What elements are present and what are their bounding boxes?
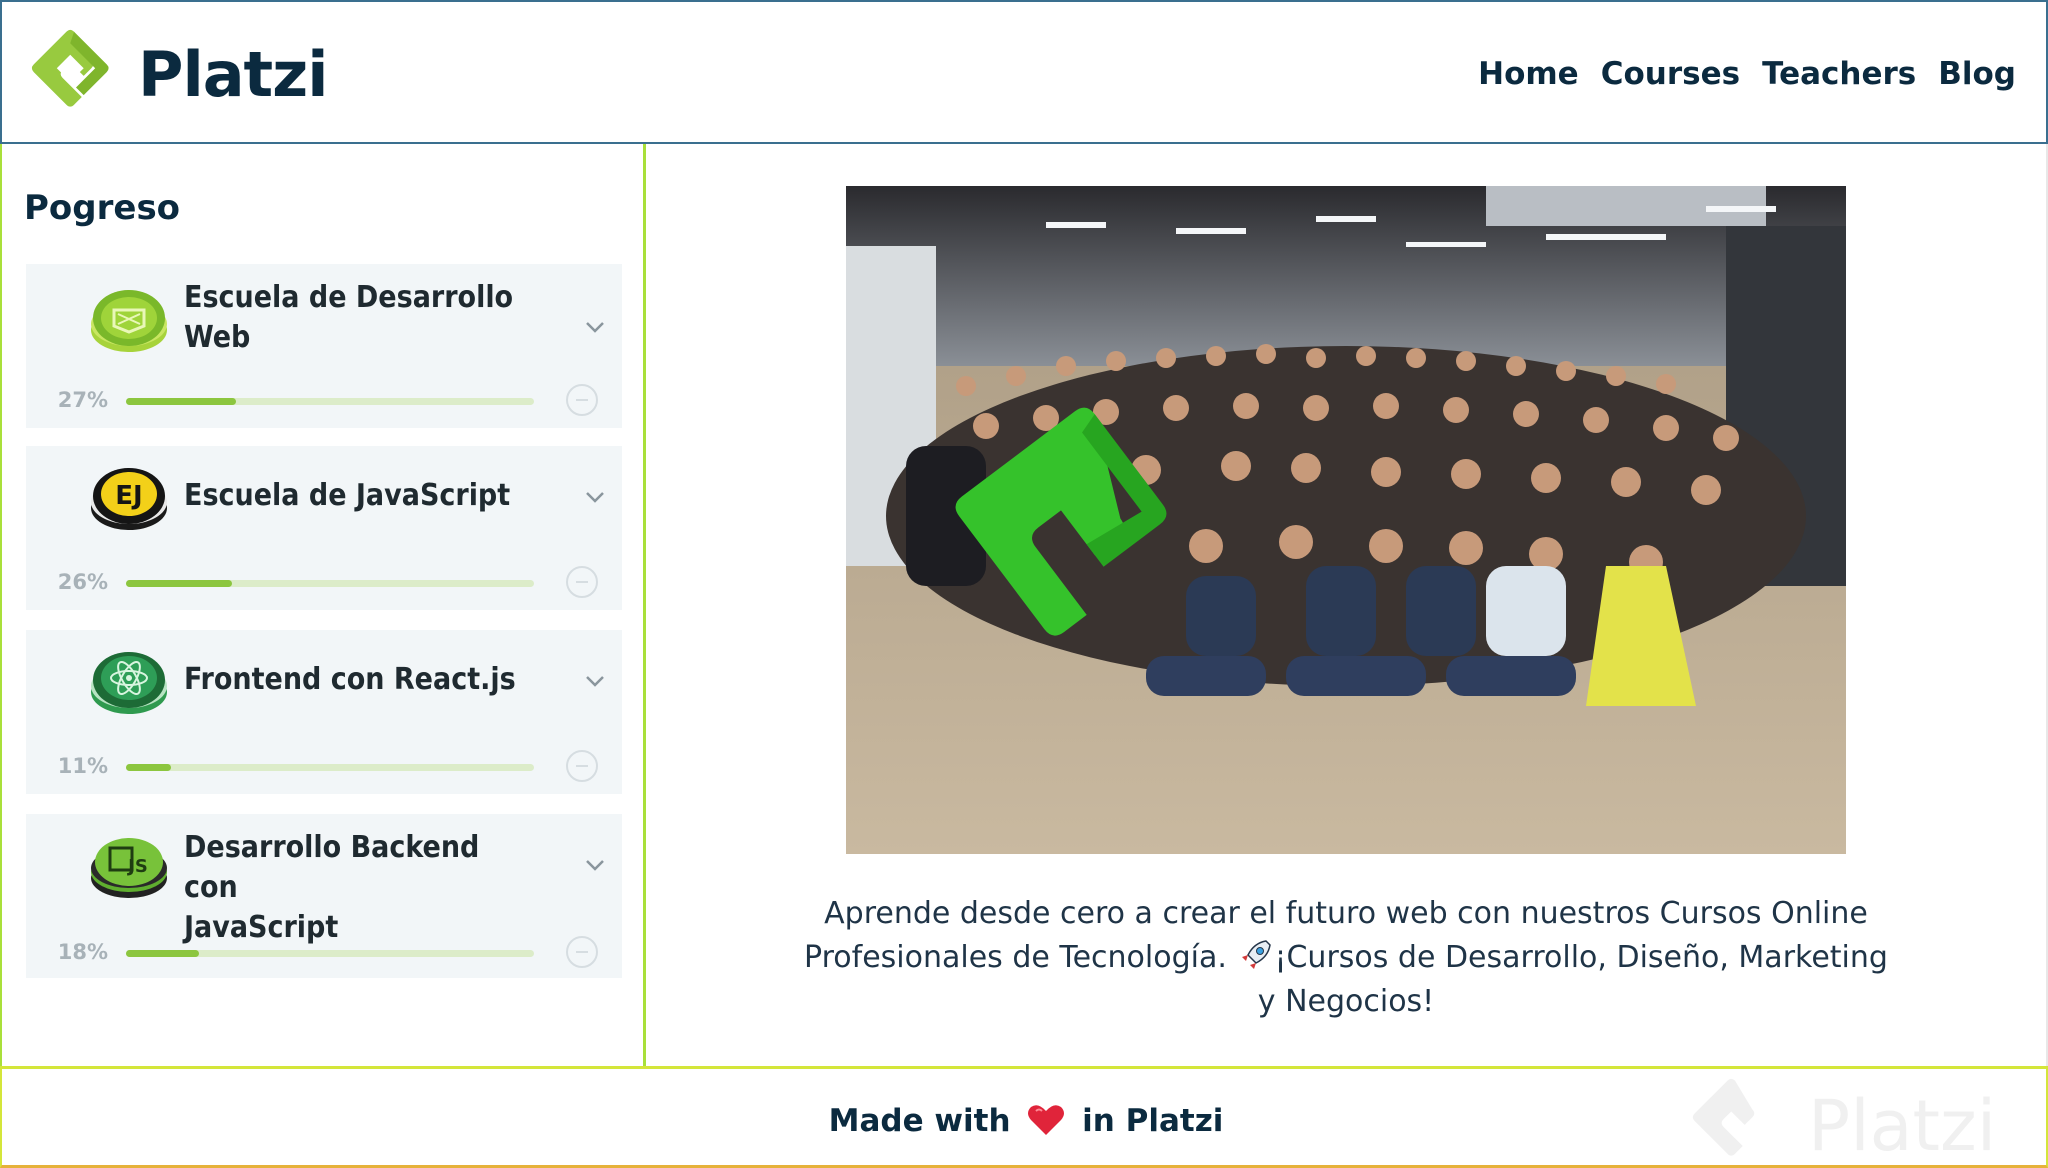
progress-percent: 27% [57,388,108,412]
school-name: Escuela de JavaScript [184,478,511,513]
school-name: Frontend con React.js [184,662,516,697]
brand-logo[interactable]: Platzi [28,22,329,126]
progress-bar [126,580,534,587]
progress-bar-fill [126,580,233,587]
remove-circle-icon[interactable] [566,384,598,416]
footer-text-after: in Platzi [1082,1103,1224,1139]
watermark-text: Platzi [1808,1085,1997,1167]
main-nav: Home Courses Teachers Blog [1456,2,2016,146]
progress-percent: 26% [57,570,108,594]
progress-sidebar: Pogreso Escuela de Desarrollo Web 27% EJ… [0,144,646,1068]
school-name: Escuela de Desarrollo Web [184,280,514,355]
school-card-backend[interactable]: JS Desarrollo Backend con JavaScript 18% [26,814,622,978]
platzi-watermark: Platzi [1682,1075,2042,1168]
progress-bar [126,764,534,771]
progress-bar-fill [126,764,171,771]
site-header: Platzi Home Courses Teachers Blog [0,0,2048,144]
brand-name: Platzi [138,37,329,111]
remove-circle-icon[interactable] [566,936,598,968]
progress-percent: 11% [57,754,108,778]
chevron-down-icon[interactable] [584,674,606,688]
chevron-down-icon[interactable] [584,320,606,334]
nav-blog[interactable]: Blog [1938,56,2016,92]
caption-text-part2: ¡Cursos de Desarrollo, Diseño, Marketing… [1257,940,1888,1019]
heart-icon [1028,1105,1065,1135]
watermark-logo-icon [1692,1078,1755,1156]
nav-home[interactable]: Home [1478,56,1579,92]
rocket-icon [1242,940,1272,969]
svg-text:JS: JS [126,856,148,877]
progress-percent: 18% [57,940,108,964]
site-footer: Made with in Platzi Platzi [0,1066,2048,1168]
sidebar-title: Pogreso [24,188,181,228]
team-photo-illustration [846,186,1846,854]
react-badge-icon [91,652,167,714]
progress-bar [126,398,534,405]
remove-circle-icon[interactable] [566,750,598,782]
school-card-javascript[interactable]: EJ Escuela de JavaScript 26% [26,446,622,610]
team-photo [846,186,1846,854]
main-content: Aprende desde cero a crear el futuro web… [646,144,2048,1068]
remove-circle-icon[interactable] [566,566,598,598]
chevron-down-icon[interactable] [584,490,606,504]
school-card-web[interactable]: Escuela de Desarrollo Web 27% [26,264,622,428]
backend-js-badge-icon: JS [91,838,167,898]
chevron-down-icon[interactable] [584,858,606,872]
nav-courses[interactable]: Courses [1601,56,1740,92]
school-name: Desarrollo Backend con JavaScript [184,830,480,945]
hero-caption: Aprende desde cero a crear el futuro web… [796,892,1896,1024]
progress-bar-fill [126,398,237,405]
javascript-badge-icon: EJ [91,468,167,530]
school-card-react[interactable]: Frontend con React.js 11% [26,630,622,794]
footer-text-before: Made with [828,1103,1011,1139]
web-development-badge-icon [91,290,167,352]
progress-bar [126,950,534,957]
svg-text:EJ: EJ [115,481,142,511]
platzi-logo-icon [31,29,109,107]
progress-bar-fill [126,950,200,957]
nav-teachers[interactable]: Teachers [1762,56,1916,92]
